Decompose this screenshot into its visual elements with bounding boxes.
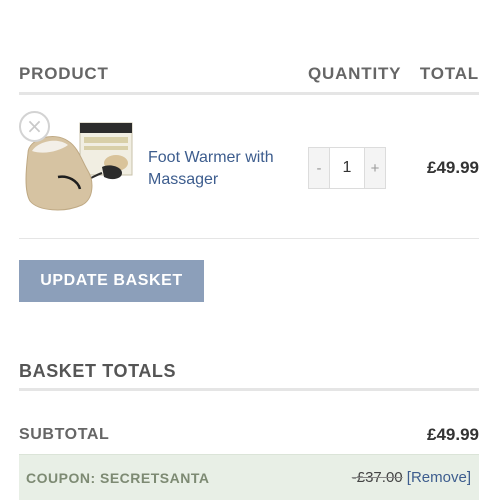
coupon-row: COUPON: SECRETSANTA -£37.00 [Remove] [19, 454, 479, 500]
basket-totals-title: BASKET TOTALS [19, 361, 177, 381]
product-column-header: PRODUCT [19, 64, 109, 83]
subtotal-label: SUBTOTAL [19, 426, 110, 443]
remove-item-button[interactable]: × [19, 111, 50, 142]
close-icon: × [26, 114, 43, 138]
decrement-button[interactable]: - [308, 147, 330, 189]
remove-coupon-link[interactable]: [Remove] [407, 469, 471, 486]
quantity-stepper[interactable]: - 1 + [308, 147, 386, 189]
quantity-column-header: QUANTITY [308, 64, 402, 83]
total-column-header: TOTAL [419, 64, 479, 83]
item-total: £49.99 [427, 158, 479, 177]
product-name-link[interactable]: Foot Warmer with Massager [148, 147, 298, 191]
header-divider [19, 92, 479, 95]
quantity-input[interactable]: 1 [330, 147, 364, 189]
totals-divider [19, 388, 479, 391]
increment-button[interactable]: + [364, 147, 386, 189]
update-basket-button[interactable]: UPDATE BASKET [19, 260, 204, 302]
coupon-amount: -£37.00 [Remove] [352, 469, 471, 486]
subtotal-value: £49.99 [427, 425, 479, 444]
item-divider [19, 238, 479, 239]
coupon-label: COUPON: SECRETSANTA [26, 470, 210, 486]
coupon-discount-value: -£37.00 [351, 469, 403, 486]
